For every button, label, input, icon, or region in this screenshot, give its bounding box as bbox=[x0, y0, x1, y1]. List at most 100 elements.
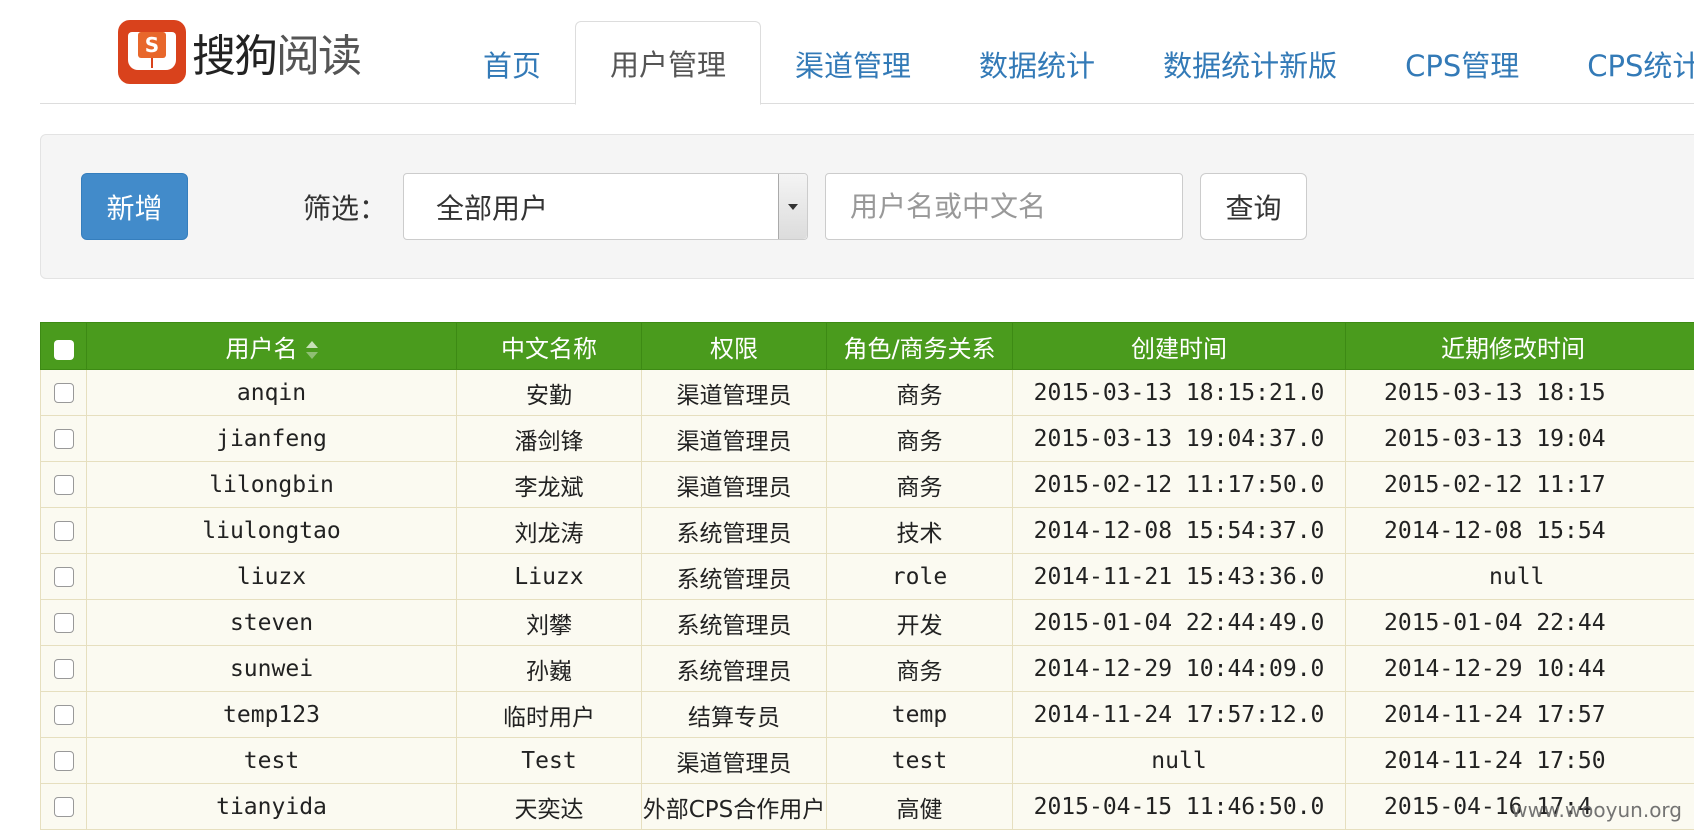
row-checkbox[interactable] bbox=[53, 751, 74, 771]
cell-modified: 2015-01-04 22:44 bbox=[1345, 599, 1694, 646]
tab-1[interactable]: 用户管理 bbox=[575, 21, 762, 105]
cell-permission: 渠道管理员 bbox=[641, 737, 827, 784]
cell-role: temp bbox=[826, 691, 1013, 738]
cell-cn_name: 刘龙涛 bbox=[456, 507, 642, 554]
cell-cn_name: 李龙斌 bbox=[456, 461, 642, 508]
row-checkbox[interactable] bbox=[53, 613, 74, 633]
cell-role: 商务 bbox=[826, 645, 1013, 692]
cell-username: temp123 bbox=[86, 691, 457, 738]
cell-created: 2015-01-04 22:44:49.0 bbox=[1012, 599, 1346, 646]
table-row[interactable]: temp123 临时用户 结算专员 temp 2014-11-24 17:57:12.0… bbox=[40, 691, 1694, 738]
row-select-cell bbox=[40, 553, 87, 600]
table-row[interactable]: jianfeng 潘剑锋 渠道管理员 商务 2015-03-13 19:04:37.0 2… bbox=[40, 415, 1694, 462]
cell-username: steven bbox=[86, 599, 457, 646]
cell-username: liuzx bbox=[86, 553, 457, 600]
table-row[interactable]: liulongtao 刘龙涛 系统管理员 技术 2014-12-08 15:54:37.… bbox=[40, 507, 1694, 554]
column-header-permission[interactable]: 权限 bbox=[641, 322, 827, 370]
row-checkbox[interactable] bbox=[53, 659, 74, 679]
table-row[interactable]: liuzx Liuzx 系统管理员 role 2014-11-21 15:43:36.0… bbox=[40, 553, 1694, 600]
column-header-username[interactable]: 用户名 bbox=[86, 322, 457, 370]
tab-5[interactable]: CPS管理 bbox=[1371, 24, 1553, 104]
main-nav-tabs: 首页 用户管理 渠道管理 数据统计 数据统计新版 CPS管理 CPS统计 bbox=[449, 20, 1694, 105]
table-row[interactable]: steven 刘攀 系统管理员 开发 2015-01-04 22:44:49.0 2015… bbox=[40, 599, 1694, 646]
cell-cn_name: 刘攀 bbox=[456, 599, 642, 646]
cell-modified: 2014-11-24 17:57 bbox=[1345, 691, 1694, 738]
column-header-role[interactable]: 角色/商务关系 bbox=[826, 322, 1013, 370]
cell-cn_name: 临时用户 bbox=[456, 691, 642, 738]
row-checkbox[interactable] bbox=[53, 383, 74, 403]
tab-3[interactable]: 数据统计 bbox=[945, 24, 1129, 104]
cell-role: role bbox=[826, 553, 1013, 600]
row-checkbox[interactable] bbox=[53, 475, 74, 495]
row-select-cell bbox=[40, 737, 87, 784]
select-all-cell bbox=[40, 322, 87, 370]
row-checkbox[interactable] bbox=[53, 567, 74, 587]
cell-created: 2015-03-13 18:15:21.0 bbox=[1012, 369, 1346, 416]
cell-cn_name: 安勤 bbox=[456, 369, 642, 416]
filter-panel: 新增 筛选： 全部用户 查询 bbox=[40, 134, 1694, 279]
brand-logo[interactable]: S 搜狗阅读 bbox=[118, 20, 362, 84]
cell-cn_name: 潘剑锋 bbox=[456, 415, 642, 462]
book-logo-icon: S bbox=[118, 20, 186, 84]
cell-cn_name: Liuzx bbox=[456, 553, 642, 600]
row-checkbox[interactable] bbox=[53, 705, 74, 725]
row-checkbox[interactable] bbox=[53, 521, 74, 541]
column-header-cn-name[interactable]: 中文名称 bbox=[456, 322, 642, 370]
cell-permission: 系统管理员 bbox=[641, 553, 827, 600]
user-filter-selected: 全部用户 bbox=[436, 191, 549, 225]
brand-name: 搜狗阅读 bbox=[192, 20, 362, 84]
table-header-row: 用户名 中文名称 权限 角色/商务关系 创建时间 近期修改时间 bbox=[40, 322, 1694, 370]
user-filter-select[interactable]: 全部用户 bbox=[403, 173, 808, 240]
select-all-checkbox[interactable] bbox=[53, 340, 74, 360]
chevron-down-icon[interactable] bbox=[778, 174, 807, 239]
sort-icon[interactable] bbox=[305, 340, 318, 360]
table-row[interactable]: lilongbin 李龙斌 渠道管理员 商务 2015-02-12 11:17:50.0… bbox=[40, 461, 1694, 508]
tab-4[interactable]: 数据统计新版 bbox=[1129, 24, 1371, 104]
cell-permission: 系统管理员 bbox=[641, 599, 827, 646]
table-row[interactable]: anqin 安勤 渠道管理员 商务 2015-03-13 18:15:21.0 2015-… bbox=[40, 369, 1694, 416]
row-select-cell bbox=[40, 645, 87, 692]
table-row[interactable]: tianyida 天奕达 外部CPS合作用户 高健 2015-04-15 11:46:5… bbox=[40, 783, 1694, 830]
cell-created: 2015-03-13 19:04:37.0 bbox=[1012, 415, 1346, 462]
cell-role: 商务 bbox=[826, 461, 1013, 508]
cell-permission: 系统管理员 bbox=[641, 645, 827, 692]
cell-role: 技术 bbox=[826, 507, 1013, 554]
cell-modified: 2015-02-12 11:17 bbox=[1345, 461, 1694, 508]
row-checkbox[interactable] bbox=[53, 797, 74, 817]
cell-username: liulongtao bbox=[86, 507, 457, 554]
query-button[interactable]: 查询 bbox=[1200, 173, 1307, 240]
cell-role: 商务 bbox=[826, 415, 1013, 462]
cell-username: sunwei bbox=[86, 645, 457, 692]
cell-username: lilongbin bbox=[86, 461, 457, 508]
row-checkbox[interactable] bbox=[53, 429, 74, 449]
tab-6[interactable]: CPS统计 bbox=[1553, 24, 1694, 104]
cell-modified: 2015-03-13 19:04 bbox=[1345, 415, 1694, 462]
tab-2[interactable]: 渠道管理 bbox=[761, 24, 945, 104]
brand-name-part1: 搜狗 bbox=[192, 31, 278, 82]
row-select-cell bbox=[40, 507, 87, 554]
search-input[interactable] bbox=[825, 173, 1183, 240]
cell-username: test bbox=[86, 737, 457, 784]
cell-permission: 结算专员 bbox=[641, 691, 827, 738]
cell-permission: 系统管理员 bbox=[641, 507, 827, 554]
cell-username: tianyida bbox=[86, 783, 457, 830]
cell-created: 2014-12-29 10:44:09.0 bbox=[1012, 645, 1346, 692]
table-row[interactable]: test Test 渠道管理员 test null 2014-11-24 17:50 bbox=[40, 737, 1694, 784]
cell-role: test bbox=[826, 737, 1013, 784]
cell-created: 2014-11-24 17:57:12.0 bbox=[1012, 691, 1346, 738]
table-row[interactable]: sunwei 孙巍 系统管理员 商务 2014-12-29 10:44:09.0 2014… bbox=[40, 645, 1694, 692]
row-select-cell bbox=[40, 461, 87, 508]
cell-permission: 渠道管理员 bbox=[641, 369, 827, 416]
cell-created: null bbox=[1012, 737, 1346, 784]
column-header-modified[interactable]: 近期修改时间 bbox=[1345, 322, 1694, 370]
cell-created: 2014-11-21 15:43:36.0 bbox=[1012, 553, 1346, 600]
filter-label: 筛选： bbox=[303, 192, 388, 225]
row-select-cell bbox=[40, 783, 87, 830]
cell-cn_name: 孙巍 bbox=[456, 645, 642, 692]
cell-permission: 渠道管理员 bbox=[641, 461, 827, 508]
row-select-cell bbox=[40, 691, 87, 738]
column-header-created[interactable]: 创建时间 bbox=[1012, 322, 1346, 370]
tab-0[interactable]: 首页 bbox=[449, 24, 575, 104]
cell-created: 2015-02-12 11:17:50.0 bbox=[1012, 461, 1346, 508]
add-button[interactable]: 新增 bbox=[81, 173, 188, 240]
